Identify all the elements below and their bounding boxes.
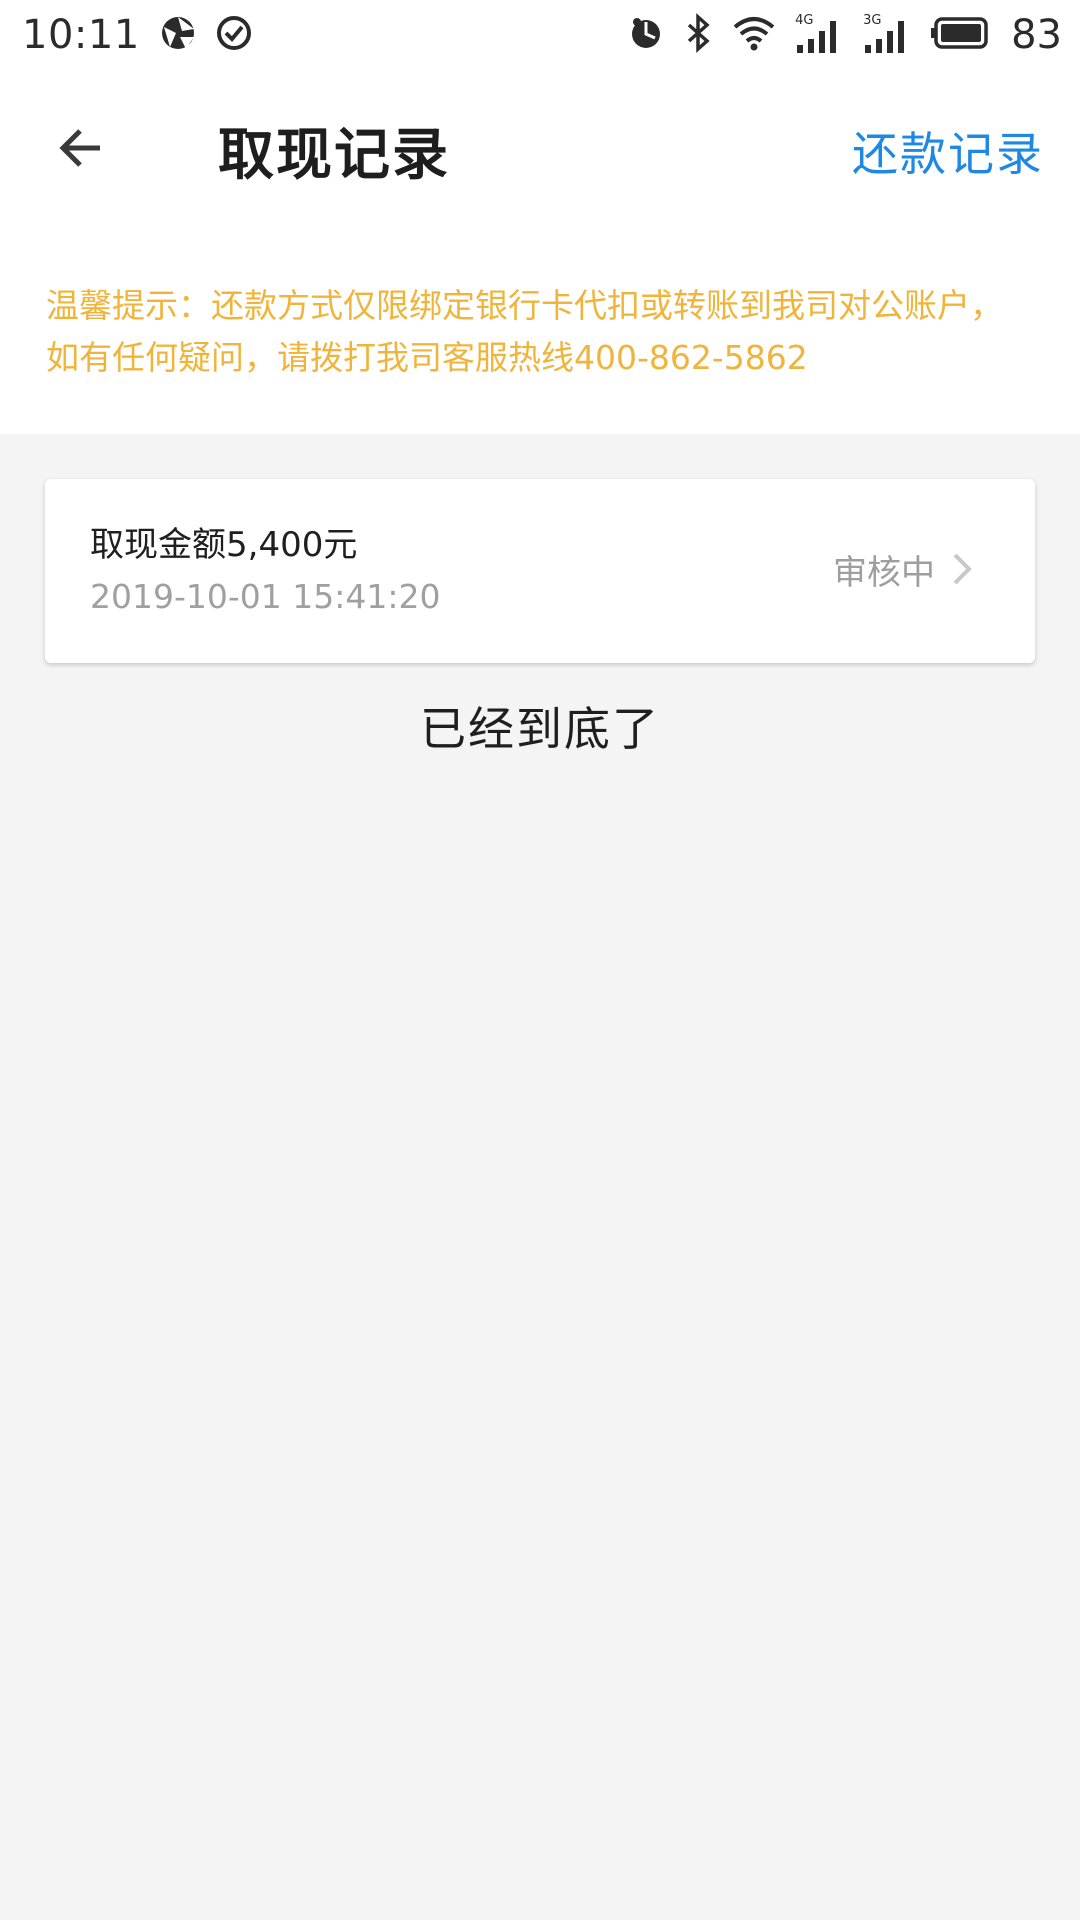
record-amount: 取现金额5,400元 [90,525,358,565]
battery-level: 83 [1011,12,1062,58]
list-end-text: 已经到底了 [420,702,660,756]
check-circle-icon [216,15,252,55]
record-status: 审核中 [833,553,935,593]
header: 取现记录 还款记录 [0,70,1080,230]
alarm-icon [629,16,663,54]
arrow-left-icon [59,129,100,167]
status-right-icons: 4G 3G 83 [629,12,1062,58]
status-left-icons [160,15,252,55]
back-button[interactable] [46,118,116,178]
status-bar: 10:11 4G 3G 83 [0,0,1080,70]
notice-text: 温馨提示：还款方式仅限绑定银行卡代扣或转账到我司对公账户， 如有任何疑问，请拨打… [46,286,1003,377]
wifi-icon [733,15,775,55]
battery-icon [931,15,991,55]
bluetooth-icon [683,13,713,57]
chevron-right-icon [953,553,972,585]
notice-banner: 温馨提示：还款方式仅限绑定银行卡代扣或转账到我司对公账户， 如有任何疑问，请拨打… [0,230,1080,434]
signal-3g-icon: 3G [863,13,911,55]
record-time: 2019-10-01 15:41:20 [90,577,441,616]
aperture-icon [160,15,196,55]
status-time: 10:11 [22,12,140,58]
page-title: 取现记录 [218,123,450,188]
signal-4g-icon: 4G [795,13,843,55]
record-card[interactable]: 取现金额5,400元 2019-10-01 15:41:20 审核中 [45,479,1035,663]
repay-records-link[interactable]: 还款记录 [852,118,1044,184]
